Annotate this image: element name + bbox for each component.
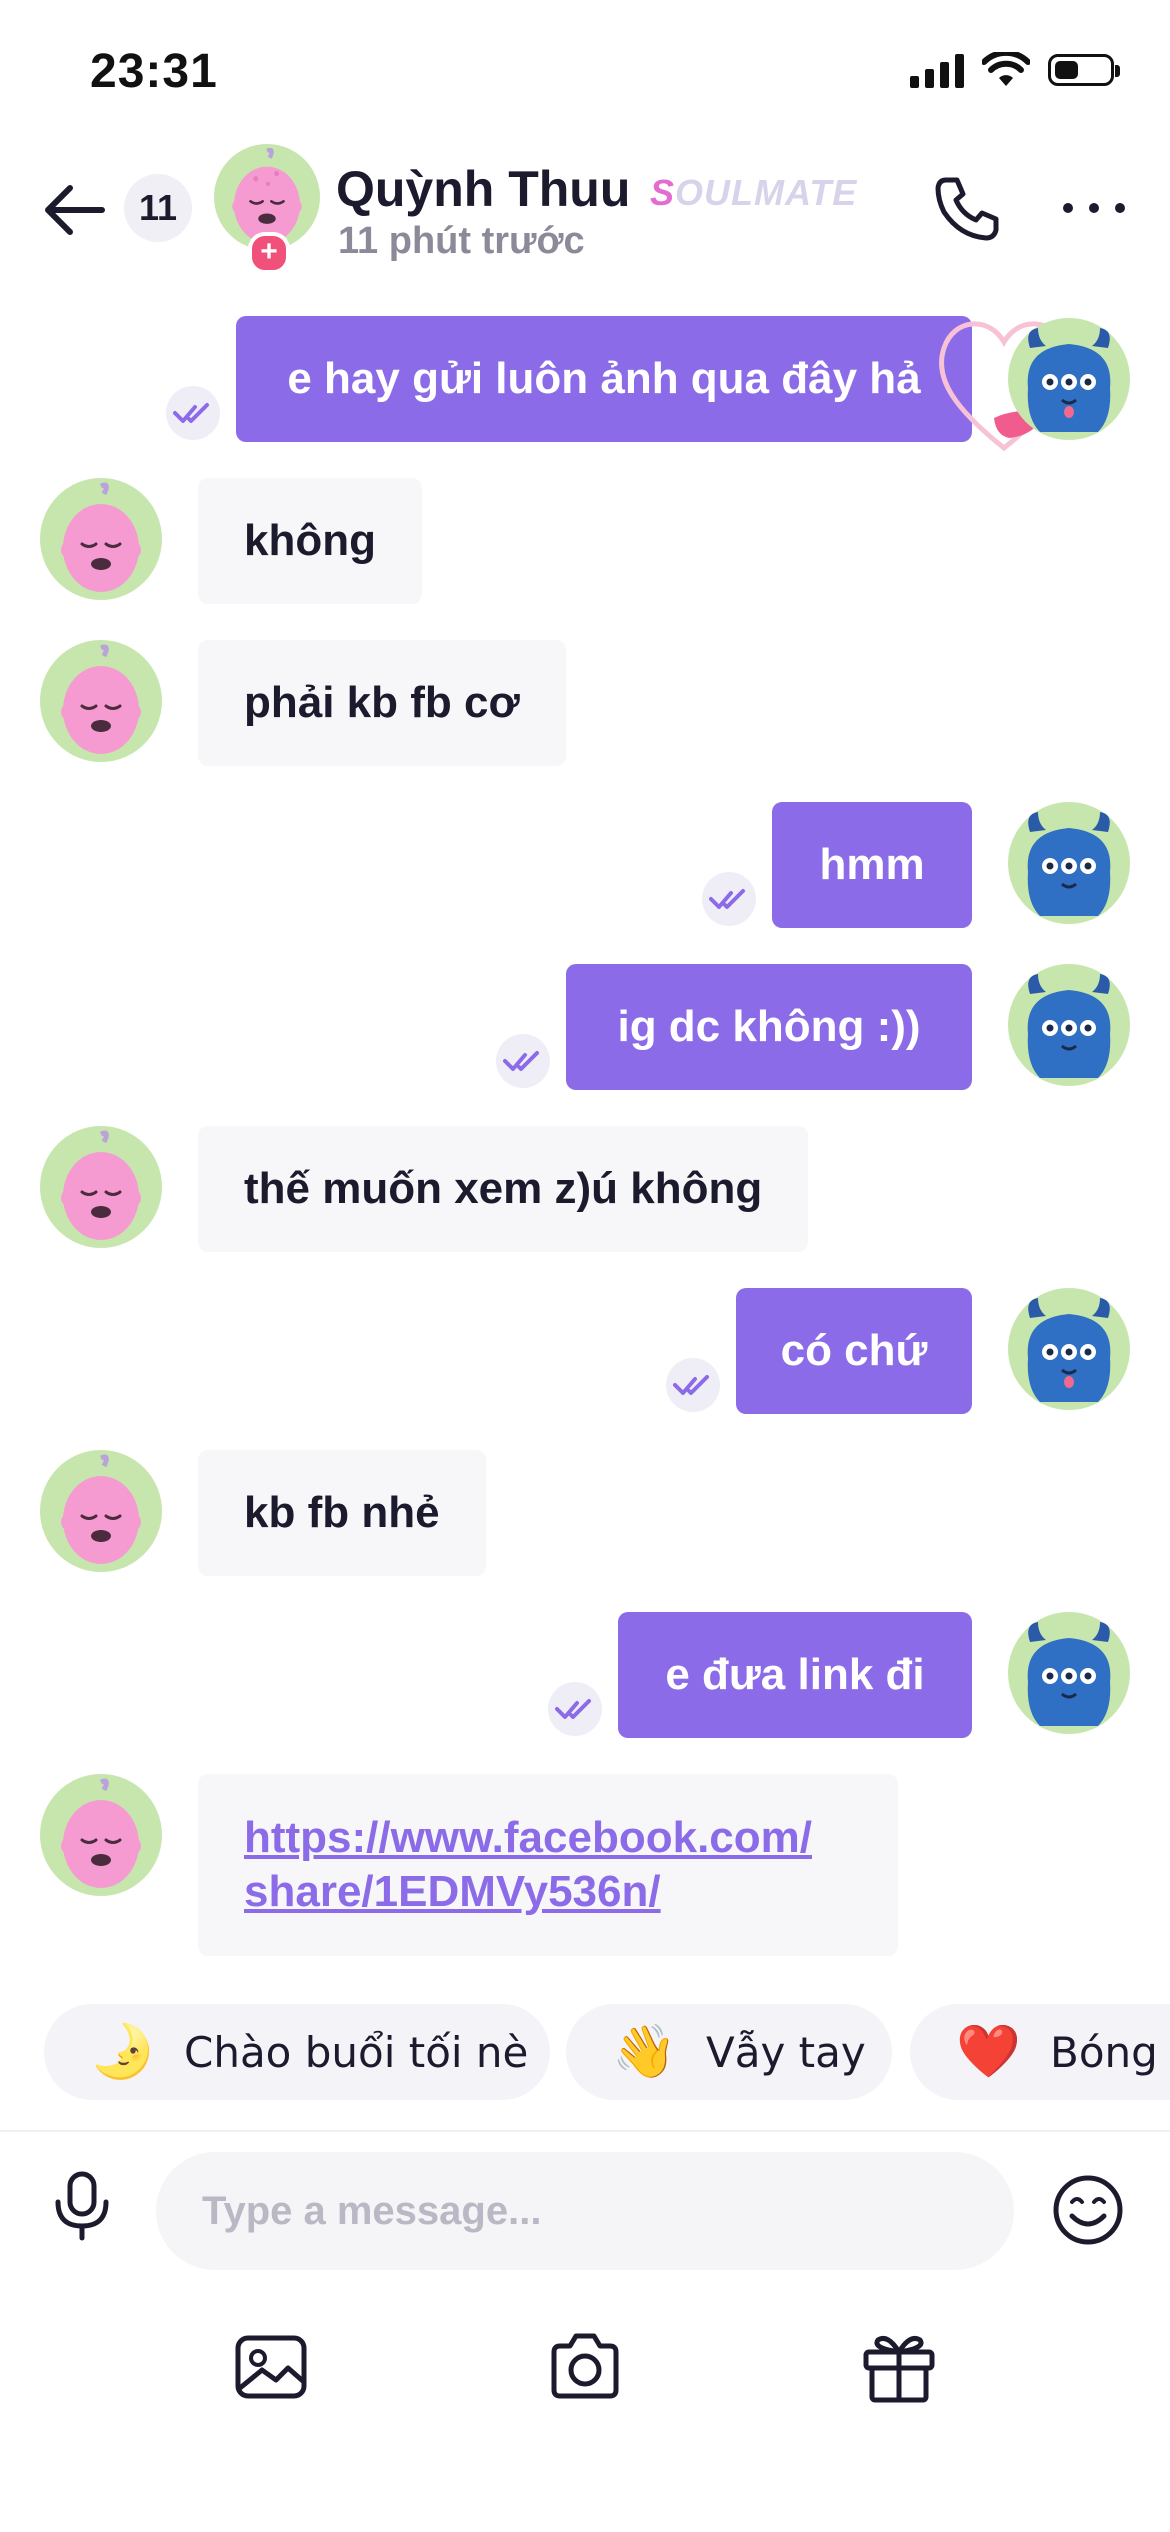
message-row-outgoing: ig dc không :)) — [0, 964, 1170, 1090]
facebook-link-line-1[interactable]: https://www.facebook.com/ — [244, 1811, 812, 1865]
unread-count-badge[interactable]: 11 — [124, 174, 192, 242]
my-avatar[interactable] — [1008, 318, 1130, 440]
phone-call-icon[interactable] — [930, 170, 1006, 246]
soulmate-tag: SOULMATE — [650, 172, 858, 213]
gift-icon[interactable] — [860, 2328, 938, 2406]
my-avatar[interactable] — [1008, 802, 1130, 924]
contact-message-avatar[interactable] — [40, 1450, 162, 1572]
quick-reply-label: Vẫy tay — [706, 2027, 866, 2077]
message-bubble-outgoing[interactable]: có chứ — [736, 1288, 972, 1414]
read-receipt-icon — [548, 1682, 602, 1736]
quick-reply-bar[interactable]: 🌛 Chào buổi tối nè 👋 Vẫy tay ❤️ Bóng b — [0, 2004, 1170, 2100]
last-seen-status: 11 phút trước — [338, 220, 585, 262]
read-receipt-icon — [496, 1034, 550, 1088]
message-bubble-link: https://www.facebook.com/ share/1EDMVy53… — [198, 1774, 898, 1956]
more-options-icon[interactable] — [1056, 180, 1132, 236]
my-avatar[interactable] — [1008, 1288, 1130, 1410]
message-list[interactable]: e hay gửi luôn ảnh qua đây hả không phải… — [0, 280, 1170, 1980]
message-row-incoming: https://www.facebook.com/ share/1EDMVy53… — [0, 1774, 1170, 1956]
status-bar: 23:31 — [0, 0, 1170, 140]
my-avatar[interactable] — [1008, 964, 1130, 1086]
message-bubble-incoming[interactable]: kb fb nhẻ — [198, 1450, 486, 1576]
message-row-outgoing: có chứ — [0, 1288, 1170, 1414]
image-icon[interactable] — [232, 2328, 310, 2406]
message-row-outgoing: e hay gửi luôn ảnh qua đây hả — [0, 316, 1170, 452]
contact-message-avatar[interactable] — [40, 1126, 162, 1248]
quick-reply-label: Bóng b — [1050, 2027, 1170, 2077]
camera-icon[interactable] — [546, 2328, 624, 2406]
emoji-smiley-icon[interactable] — [1050, 2172, 1126, 2248]
message-bubble-outgoing[interactable]: e hay gửi luôn ảnh qua đây hả — [236, 316, 972, 442]
message-bubble-outgoing[interactable]: ig dc không :)) — [566, 964, 972, 1090]
message-input[interactable] — [156, 2152, 1014, 2270]
battery-level — [1055, 61, 1078, 79]
status-icons — [910, 52, 1120, 88]
message-bubble-outgoing[interactable]: hmm — [772, 802, 972, 928]
quick-reply-good-evening[interactable]: 🌛 Chào buổi tối nè — [44, 2004, 550, 2100]
message-bubble-incoming[interactable]: thế muốn xem z)ú không — [198, 1126, 809, 1252]
message-row-incoming: phải kb fb cơ — [0, 640, 1170, 766]
composer-divider — [0, 2130, 1170, 2132]
message-row-incoming: kb fb nhẻ — [0, 1450, 1170, 1576]
heart-icon: ❤️ — [956, 2023, 1021, 2081]
facebook-link-line-2[interactable]: share/1EDMVy536n/ — [244, 1865, 661, 1919]
read-receipt-icon — [166, 386, 220, 440]
message-row-incoming: thế muốn xem z)ú không — [0, 1126, 1170, 1252]
message-bubble-incoming[interactable]: không — [198, 478, 422, 604]
microphone-icon[interactable] — [44, 2168, 120, 2244]
quick-reply-label: Chào buổi tối nè — [184, 2027, 529, 2077]
contact-message-avatar[interactable] — [40, 640, 162, 762]
message-bubble-incoming[interactable]: phải kb fb cơ — [198, 640, 566, 766]
wifi-icon — [982, 52, 1030, 86]
add-friend-icon[interactable]: + — [248, 232, 290, 274]
battery-icon — [1048, 54, 1120, 86]
message-bubble-outgoing[interactable]: e đưa link đi — [618, 1612, 972, 1738]
read-receipt-icon — [666, 1358, 720, 1412]
status-time: 23:31 — [90, 45, 218, 98]
my-avatar[interactable] — [1008, 1612, 1130, 1734]
contact-name[interactable]: Quỳnh Thuu — [336, 160, 630, 218]
waving-hand-icon: 👋 — [612, 2023, 677, 2081]
message-row-outgoing: e đưa link đi — [0, 1612, 1170, 1738]
chat-header: 11 + Quỳnh Thuu SOULMATE 11 phút trước — [0, 140, 1170, 274]
quick-reply-wave[interactable]: 👋 Vẫy tay — [566, 2004, 892, 2100]
cellular-signal-icon — [910, 52, 964, 88]
message-row-incoming: không — [0, 478, 1170, 604]
contact-message-avatar[interactable] — [40, 1774, 162, 1896]
message-row-outgoing: hmm — [0, 802, 1170, 928]
read-receipt-icon — [702, 872, 756, 926]
back-arrow-icon[interactable] — [40, 180, 110, 240]
contact-message-avatar[interactable] — [40, 478, 162, 600]
moon-icon: 🌛 — [90, 2023, 155, 2081]
quick-reply-heart[interactable]: ❤️ Bóng b — [910, 2004, 1170, 2100]
